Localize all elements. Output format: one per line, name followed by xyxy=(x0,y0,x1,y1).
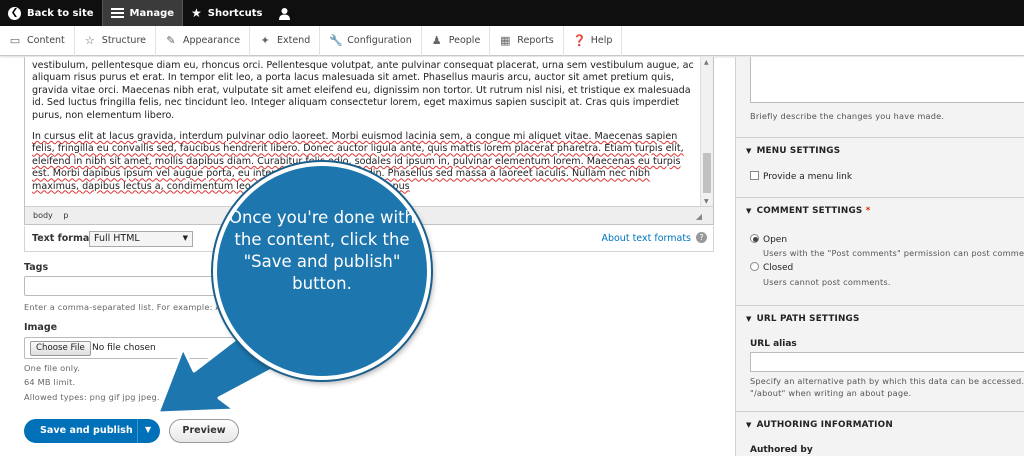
paintbrush-icon: ✎ xyxy=(166,34,176,47)
menu-icon xyxy=(110,8,124,18)
resize-handle-icon[interactable]: ◢ xyxy=(696,212,702,221)
tray-label-reports: Reports xyxy=(517,35,554,46)
comments-closed-radio[interactable]: Closed xyxy=(750,262,793,273)
node-sidebar: Briefly describe the changes you have ma… xyxy=(735,57,1024,456)
tray-label-content: Content xyxy=(27,35,65,46)
tray-label-structure: Structure xyxy=(101,35,146,46)
tray-label-extend: Extend xyxy=(277,35,311,46)
tray-label-appearance: Appearance xyxy=(183,35,241,46)
back-to-site-link[interactable]: ❮ Back to site xyxy=(0,0,102,26)
url-alias-label: URL alias xyxy=(750,339,797,349)
structure-icon: ☆ xyxy=(84,34,95,47)
help-icon: ❓ xyxy=(572,34,587,47)
tray-label-configuration: Configuration xyxy=(347,35,412,46)
collapse-triangle-icon: ▼ xyxy=(746,147,752,155)
provide-menu-link-label: Provide a menu link xyxy=(763,172,853,182)
path-p[interactable]: p xyxy=(63,211,68,220)
shortcuts-label: Shortcuts xyxy=(207,7,263,19)
text-format-value: Full HTML xyxy=(94,233,140,244)
authoring-information-title: AUTHORING INFORMATION xyxy=(756,420,893,430)
dropdown-arrow-icon: ▼ xyxy=(182,234,188,242)
puzzle-icon: ✦ xyxy=(260,34,270,47)
preview-button[interactable]: Preview xyxy=(169,419,239,443)
tray-item-help[interactable]: ❓ Help xyxy=(564,25,623,56)
save-and-publish-button[interactable]: Save and publish ▼ xyxy=(24,419,160,443)
tray-item-people[interactable]: ♟ People xyxy=(422,25,491,56)
tray-item-appearance[interactable]: ✎ Appearance xyxy=(156,25,251,56)
menu-settings-header[interactable]: ▼ MENU SETTINGS xyxy=(736,137,1024,163)
bar-chart-icon: ▦ xyxy=(500,34,511,47)
back-arrow-icon: ❮ xyxy=(8,6,21,20)
comment-settings-title: COMMENT SETTINGS xyxy=(756,206,863,216)
text-format-label: Text format xyxy=(32,233,94,244)
scroll-up-icon[interactable]: ▲ xyxy=(704,59,709,66)
comments-open-radio[interactable]: Open xyxy=(750,234,787,245)
revision-help: Briefly describe the changes you have ma… xyxy=(750,111,945,121)
open-label: Open xyxy=(763,235,788,245)
content-icon: ▭ xyxy=(9,34,21,47)
checkbox[interactable] xyxy=(750,171,759,180)
shortcuts-tab[interactable]: ★ Shortcuts xyxy=(183,0,270,26)
tray-item-reports[interactable]: ▦ Reports xyxy=(490,25,564,56)
back-to-site-label: Back to site xyxy=(27,7,94,19)
manage-label: Manage xyxy=(129,7,175,19)
authoring-information-header[interactable]: ▼ AUTHORING INFORMATION xyxy=(736,411,1024,437)
dropdown-caret-icon[interactable]: ▼ xyxy=(145,425,151,434)
collapse-triangle-icon: ▼ xyxy=(746,421,752,429)
closed-label: Closed xyxy=(763,263,794,273)
tray-label-help: Help xyxy=(590,35,613,46)
user-tab[interactable] xyxy=(270,0,299,26)
tray-item-content[interactable]: ▭ Content xyxy=(0,25,75,56)
image-help-2: 64 MB limit. xyxy=(24,377,76,387)
choose-file-button[interactable]: Choose File xyxy=(30,341,91,356)
tray-item-extend[interactable]: ✦ Extend xyxy=(250,25,321,56)
admin-toolbar: ❮ Back to site Manage ★ Shortcuts xyxy=(0,0,1024,26)
about-text-formats-link[interactable]: About text formats xyxy=(601,233,691,244)
wrench-icon: 🔧 xyxy=(329,34,343,47)
editor-scrollbar[interactable]: ▲ ▼ xyxy=(700,57,713,207)
star-icon: ★ xyxy=(191,6,202,20)
tray-item-configuration[interactable]: 🔧 Configuration xyxy=(320,25,422,56)
radio-selected[interactable] xyxy=(750,234,759,243)
url-alias-input[interactable] xyxy=(750,352,1024,372)
revision-log-input[interactable] xyxy=(750,57,1024,103)
comment-settings-header[interactable]: ▼ COMMENT SETTINGS * xyxy=(736,197,1024,223)
image-help-1: One file only. xyxy=(24,363,80,373)
callout-text: Once you're done with the content, click… xyxy=(228,208,415,293)
url-path-settings-header[interactable]: ▼ URL PATH SETTINGS xyxy=(736,305,1024,331)
question-icon[interactable]: ? xyxy=(696,232,707,243)
text-format-select[interactable]: Full HTML ▼ xyxy=(89,231,193,247)
image-label: Image xyxy=(24,322,58,333)
radio-unselected[interactable] xyxy=(750,262,759,271)
required-marker: * xyxy=(865,206,871,216)
menu-settings-title: MENU SETTINGS xyxy=(756,146,841,156)
manage-tab[interactable]: Manage xyxy=(101,0,184,26)
tray-label-people: People xyxy=(448,35,481,46)
path-body[interactable]: body xyxy=(33,211,53,220)
tags-help: Enter a comma-separated list. For exampl… xyxy=(24,302,222,312)
people-icon: ♟ xyxy=(431,34,442,47)
image-help-3: Allowed types: png gif jpg jpeg. xyxy=(24,392,160,402)
manage-tray: ▭ Content ☆ Structure ✎ Appearance ✦ Ext… xyxy=(0,25,1024,56)
button-separator xyxy=(137,419,138,443)
url-alias-help-2: "/about" when writing an about page. xyxy=(750,388,912,398)
authored-by-label: Authored by xyxy=(750,445,813,455)
editor-paragraph-1: vestibulum, pellentesque diam eu, rhoncu… xyxy=(32,60,694,121)
url-alias-help-1: Specify an alternative path by which thi… xyxy=(750,376,1024,386)
collapse-triangle-icon: ▼ xyxy=(746,207,752,215)
save-and-publish-label: Save and publish xyxy=(40,425,133,436)
provide-menu-link-checkbox[interactable]: Provide a menu link xyxy=(750,171,852,182)
image-file-field: Choose File No file chosen xyxy=(24,337,254,359)
scroll-down-icon[interactable]: ▼ xyxy=(704,198,709,205)
tray-item-structure[interactable]: ☆ Structure xyxy=(75,25,156,56)
url-path-settings-title: URL PATH SETTINGS xyxy=(756,314,860,324)
no-file-text: No file chosen xyxy=(92,343,156,353)
scroll-thumb[interactable] xyxy=(703,153,711,193)
open-help: Users with the "Post comments" permissio… xyxy=(763,248,1024,258)
closed-help: Users cannot post comments. xyxy=(763,277,891,287)
user-icon xyxy=(279,7,291,20)
collapse-triangle-icon: ▼ xyxy=(746,315,752,323)
tags-label: Tags xyxy=(24,262,49,273)
